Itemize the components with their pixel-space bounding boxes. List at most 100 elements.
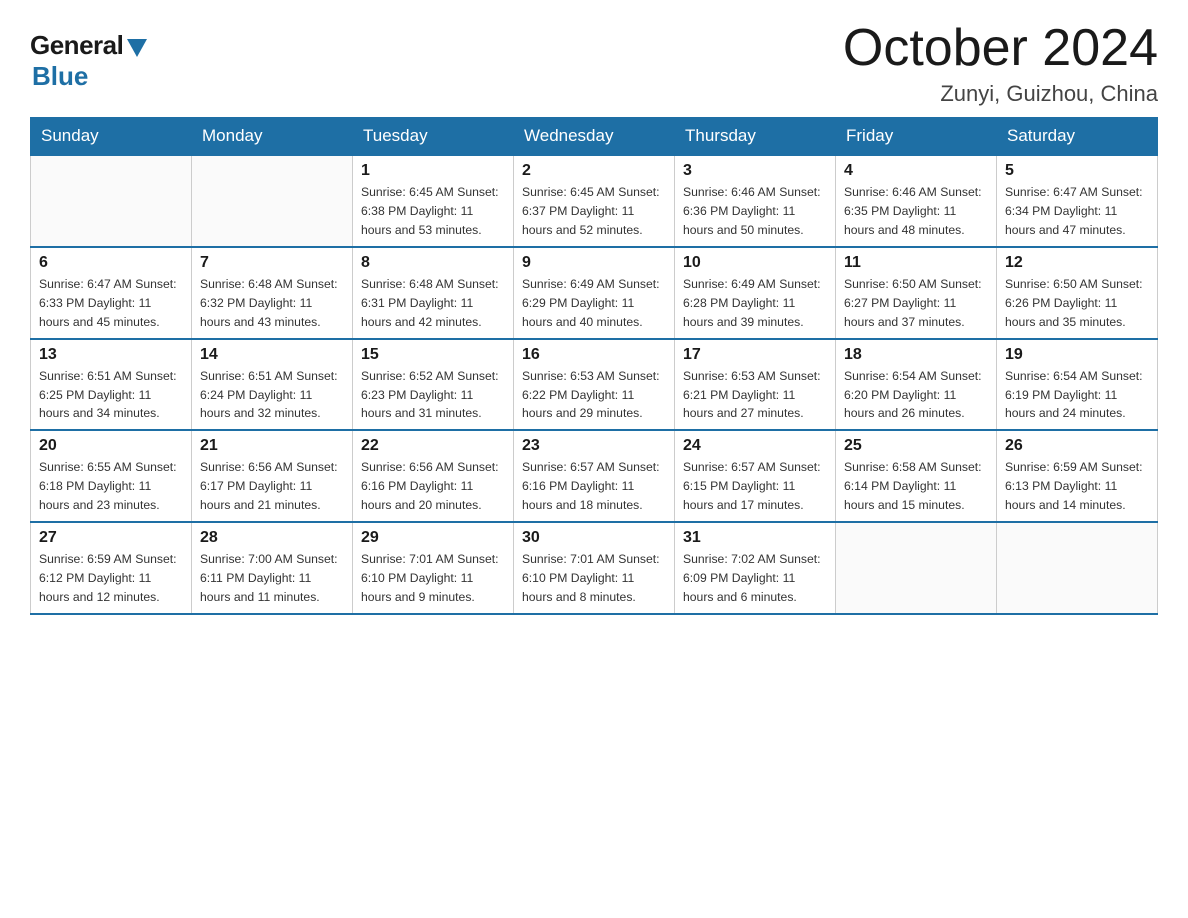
day-number: 20 (39, 437, 183, 455)
calendar-week-row: 6Sunrise: 6:47 AM Sunset: 6:33 PM Daylig… (31, 247, 1158, 339)
day-number: 12 (1005, 254, 1149, 272)
logo-general-text: General (30, 30, 123, 61)
day-number: 8 (361, 254, 505, 272)
day-number: 15 (361, 346, 505, 364)
day-of-week-header: Tuesday (353, 118, 514, 156)
day-number: 13 (39, 346, 183, 364)
day-info: Sunrise: 6:50 AM Sunset: 6:27 PM Dayligh… (844, 275, 988, 332)
day-info: Sunrise: 6:46 AM Sunset: 6:36 PM Dayligh… (683, 183, 827, 240)
days-of-week-row: SundayMondayTuesdayWednesdayThursdayFrid… (31, 118, 1158, 156)
calendar-week-row: 20 Sunrise: 6:55 AM Sunset: 6:18 PM Dayli… (31, 430, 1158, 522)
calendar-cell: 6Sunrise: 6:47 AM Sunset: 6:33 PM Daylig… (31, 247, 192, 339)
day-info: Sunrise: 6:54 AM Sunset: 6:19 PM Dayligh… (1005, 367, 1149, 424)
day-number: 9 (522, 254, 666, 272)
calendar-cell (31, 155, 192, 247)
day-info: Sunrise: 6:50 AM Sunset: 6:26 PM Dayligh… (1005, 275, 1149, 332)
day-info: Sunrise: 6:58 AM Sunset: 6:14 PM Dayligh… (844, 458, 988, 515)
calendar-cell: 16 Sunrise: 6:53 AM Sunset: 6:22 PM Dayli… (514, 339, 675, 431)
day-info: Sunrise: 6:53 AM Sunset: 6:21 PM Dayligh… (683, 367, 827, 424)
calendar-cell: 20 Sunrise: 6:55 AM Sunset: 6:18 PM Dayli… (31, 430, 192, 522)
calendar-cell: 8Sunrise: 6:48 AM Sunset: 6:31 PM Daylig… (353, 247, 514, 339)
calendar-cell: 28 Sunrise: 7:00 AM Sunset: 6:11 PM Dayli… (192, 522, 353, 614)
calendar-cell: 31 Sunrise: 7:02 AM Sunset: 6:09 PM Dayli… (675, 522, 836, 614)
day-number: 3 (683, 162, 827, 180)
day-info: Sunrise: 6:56 AM Sunset: 6:16 PM Dayligh… (361, 458, 505, 515)
day-number: 18 (844, 346, 988, 364)
day-number: 16 (522, 346, 666, 364)
title-area: October 2024 Zunyi, Guizhou, China (843, 20, 1158, 107)
day-number: 1 (361, 162, 505, 180)
day-info: Sunrise: 6:48 AM Sunset: 6:32 PM Dayligh… (200, 275, 344, 332)
calendar-cell (997, 522, 1158, 614)
calendar-cell: 25Sunrise: 6:58 AM Sunset: 6:14 PM Dayli… (836, 430, 997, 522)
logo-blue-text: Blue (32, 61, 88, 92)
calendar-cell: 7Sunrise: 6:48 AM Sunset: 6:32 PM Daylig… (192, 247, 353, 339)
day-info: Sunrise: 6:55 AM Sunset: 6:18 PM Dayligh… (39, 458, 183, 515)
calendar-cell: 27 Sunrise: 6:59 AM Sunset: 6:12 PM Dayli… (31, 522, 192, 614)
month-title: October 2024 (843, 20, 1158, 77)
day-info: Sunrise: 6:49 AM Sunset: 6:28 PM Dayligh… (683, 275, 827, 332)
calendar-cell: 23 Sunrise: 6:57 AM Sunset: 6:16 PM Dayli… (514, 430, 675, 522)
calendar-cell: 13 Sunrise: 6:51 AM Sunset: 6:25 PM Dayli… (31, 339, 192, 431)
day-of-week-header: Wednesday (514, 118, 675, 156)
day-info: Sunrise: 6:45 AM Sunset: 6:37 PM Dayligh… (522, 183, 666, 240)
day-info: Sunrise: 6:51 AM Sunset: 6:24 PM Dayligh… (200, 367, 344, 424)
day-info: Sunrise: 6:59 AM Sunset: 6:12 PM Dayligh… (39, 550, 183, 607)
calendar-cell (192, 155, 353, 247)
day-number: 23 (522, 437, 666, 455)
day-info: Sunrise: 6:57 AM Sunset: 6:16 PM Dayligh… (522, 458, 666, 515)
calendar-table: SundayMondayTuesdayWednesdayThursdayFrid… (30, 117, 1158, 615)
day-number: 10 (683, 254, 827, 272)
calendar-cell: 18 Sunrise: 6:54 AM Sunset: 6:20 PM Dayli… (836, 339, 997, 431)
day-info: Sunrise: 7:01 AM Sunset: 6:10 PM Dayligh… (361, 550, 505, 607)
day-info: Sunrise: 7:00 AM Sunset: 6:11 PM Dayligh… (200, 550, 344, 607)
calendar-week-row: 1 Sunrise: 6:45 AM Sunset: 6:38 PM Daylig… (31, 155, 1158, 247)
page-header: General Blue October 2024 Zunyi, Guizhou… (30, 20, 1158, 107)
calendar-week-row: 27 Sunrise: 6:59 AM Sunset: 6:12 PM Dayli… (31, 522, 1158, 614)
calendar-cell: 4Sunrise: 6:46 AM Sunset: 6:35 PM Daylig… (836, 155, 997, 247)
day-number: 22 (361, 437, 505, 455)
calendar-body: 1 Sunrise: 6:45 AM Sunset: 6:38 PM Daylig… (31, 155, 1158, 614)
day-info: Sunrise: 7:02 AM Sunset: 6:09 PM Dayligh… (683, 550, 827, 607)
day-info: Sunrise: 6:56 AM Sunset: 6:17 PM Dayligh… (200, 458, 344, 515)
day-info: Sunrise: 6:54 AM Sunset: 6:20 PM Dayligh… (844, 367, 988, 424)
day-number: 27 (39, 529, 183, 547)
logo: General Blue (30, 20, 147, 92)
calendar-cell: 22 Sunrise: 6:56 AM Sunset: 6:16 PM Dayli… (353, 430, 514, 522)
day-info: Sunrise: 6:47 AM Sunset: 6:34 PM Dayligh… (1005, 183, 1149, 240)
calendar-cell: 29 Sunrise: 7:01 AM Sunset: 6:10 PM Dayli… (353, 522, 514, 614)
calendar-cell: 11Sunrise: 6:50 AM Sunset: 6:27 PM Dayli… (836, 247, 997, 339)
day-of-week-header: Sunday (31, 118, 192, 156)
day-number: 21 (200, 437, 344, 455)
day-info: Sunrise: 6:45 AM Sunset: 6:38 PM Dayligh… (361, 183, 505, 240)
day-info: Sunrise: 6:49 AM Sunset: 6:29 PM Dayligh… (522, 275, 666, 332)
day-info: Sunrise: 6:52 AM Sunset: 6:23 PM Dayligh… (361, 367, 505, 424)
day-number: 29 (361, 529, 505, 547)
day-number: 19 (1005, 346, 1149, 364)
day-info: Sunrise: 6:51 AM Sunset: 6:25 PM Dayligh… (39, 367, 183, 424)
calendar-cell: 14 Sunrise: 6:51 AM Sunset: 6:24 PM Dayli… (192, 339, 353, 431)
calendar-cell (836, 522, 997, 614)
day-of-week-header: Friday (836, 118, 997, 156)
day-number: 2 (522, 162, 666, 180)
day-of-week-header: Thursday (675, 118, 836, 156)
calendar-cell: 26 Sunrise: 6:59 AM Sunset: 6:13 PM Dayli… (997, 430, 1158, 522)
day-number: 30 (522, 529, 666, 547)
calendar-cell: 15 Sunrise: 6:52 AM Sunset: 6:23 PM Dayli… (353, 339, 514, 431)
calendar-cell: 5 Sunrise: 6:47 AM Sunset: 6:34 PM Daylig… (997, 155, 1158, 247)
day-number: 5 (1005, 162, 1149, 180)
day-info: Sunrise: 6:57 AM Sunset: 6:15 PM Dayligh… (683, 458, 827, 515)
day-number: 24 (683, 437, 827, 455)
day-number: 26 (1005, 437, 1149, 455)
day-of-week-header: Monday (192, 118, 353, 156)
day-number: 14 (200, 346, 344, 364)
day-number: 31 (683, 529, 827, 547)
calendar-cell: 24 Sunrise: 6:57 AM Sunset: 6:15 PM Dayli… (675, 430, 836, 522)
day-number: 17 (683, 346, 827, 364)
day-number: 28 (200, 529, 344, 547)
day-info: Sunrise: 7:01 AM Sunset: 6:10 PM Dayligh… (522, 550, 666, 607)
calendar-cell: 19 Sunrise: 6:54 AM Sunset: 6:19 PM Dayli… (997, 339, 1158, 431)
day-info: Sunrise: 6:53 AM Sunset: 6:22 PM Dayligh… (522, 367, 666, 424)
calendar-cell: 21 Sunrise: 6:56 AM Sunset: 6:17 PM Dayli… (192, 430, 353, 522)
day-info: Sunrise: 6:59 AM Sunset: 6:13 PM Dayligh… (1005, 458, 1149, 515)
